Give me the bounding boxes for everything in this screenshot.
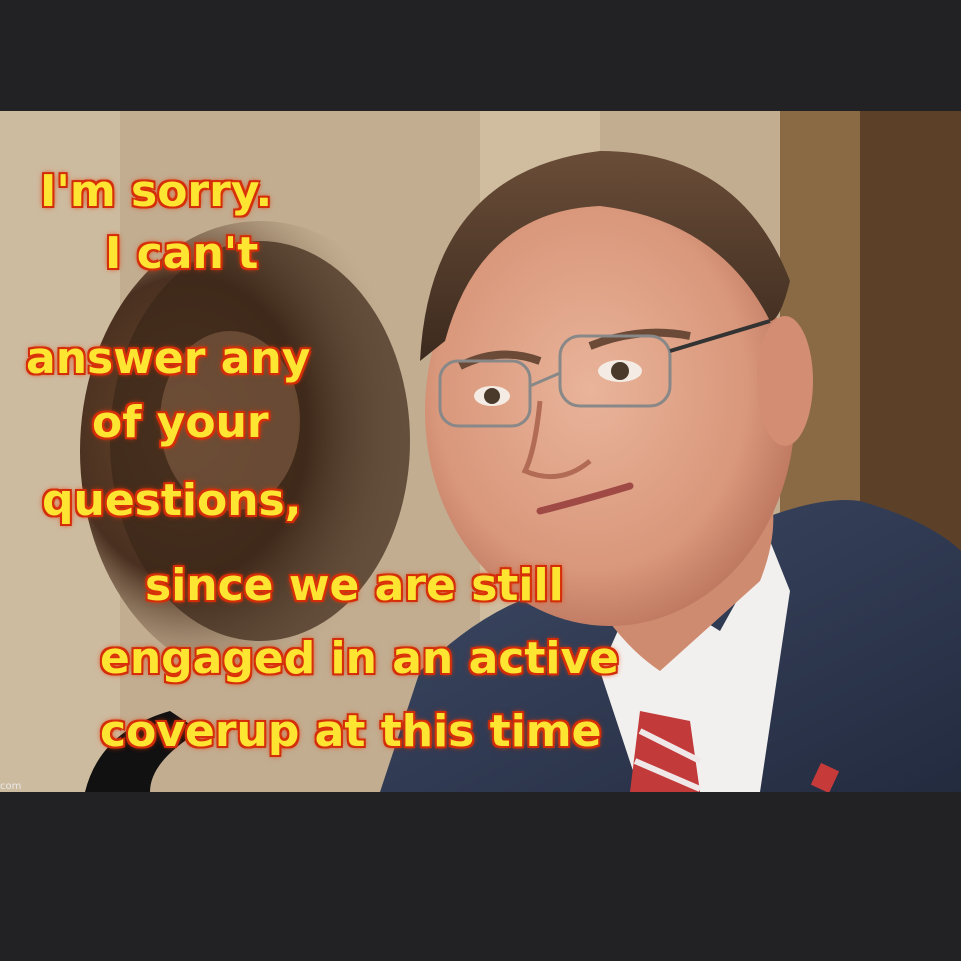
source-watermark: com [0,781,22,792]
caption-line-6: since we are still [145,560,564,611]
caption-line-1: I'm sorry. [40,166,273,217]
caption-line-3: answer any [26,333,311,384]
caption-line-4: of your [92,397,269,448]
meme-frame: I'm sorry. I can't answer any of your qu… [0,0,961,961]
caption-line-8: coverup at this time [100,706,602,757]
caption-line-7: engaged in an active [100,633,619,684]
caption-line-2: I can't [105,228,259,279]
caption-line-5: questions, [42,475,302,526]
